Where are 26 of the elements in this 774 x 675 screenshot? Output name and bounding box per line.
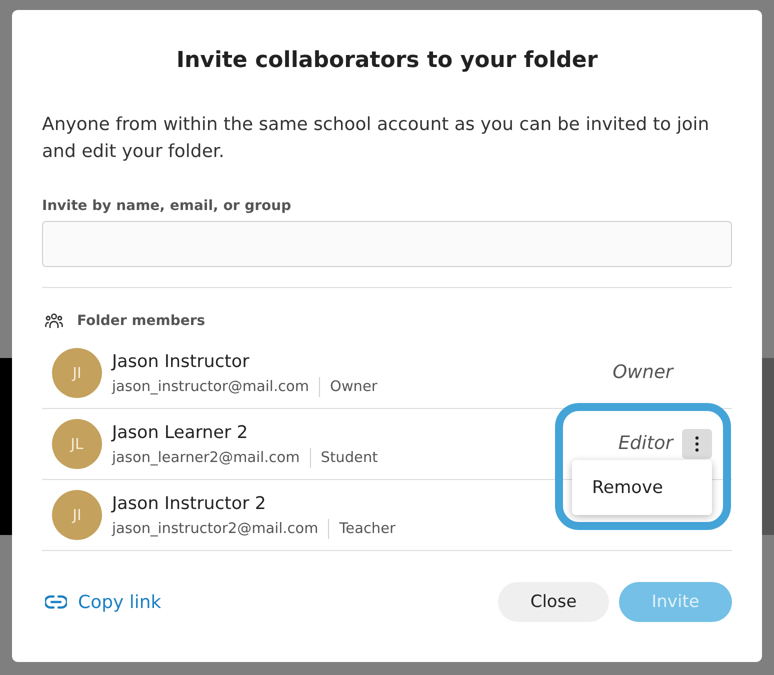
more-icon (695, 436, 699, 452)
member-email: jason_instructor2@mail.com (112, 520, 318, 538)
dialog-description: Anyone from within the same school account as you can be invited to join and edit your folder. (42, 113, 710, 164)
member-name: Jason Instructor (112, 350, 250, 374)
member-name: Jason Instructor 2 (112, 492, 266, 516)
more-button[interactable] (682, 429, 712, 459)
member-name: Jason Learner 2 (112, 422, 248, 444)
access-level: Editor (618, 432, 673, 456)
member-role: Teacher (339, 520, 396, 538)
close-button[interactable]: Close (498, 582, 609, 622)
copy-link[interactable]: Copy link (42, 592, 162, 612)
section-heading: Folder members (77, 312, 206, 331)
access-level: Owner (612, 361, 673, 385)
member-email: jason_instructor@mail.com (112, 378, 310, 396)
menu-item[interactable]: Remove (572, 474, 684, 500)
avatar: JL (52, 419, 102, 469)
dialog-title: Invite collaborators to your folder (176, 47, 598, 75)
member-email: jason_learner2@mail.com (112, 448, 300, 468)
member-role: Student (320, 448, 378, 468)
field-label: Invite by name, email, or group (42, 197, 292, 216)
avatar: JI (52, 348, 102, 398)
link-icon (45, 595, 67, 609)
avatar: JI (52, 490, 102, 540)
group-icon (45, 313, 63, 329)
member-role: Owner (330, 378, 378, 396)
invite-input[interactable] (42, 221, 732, 267)
